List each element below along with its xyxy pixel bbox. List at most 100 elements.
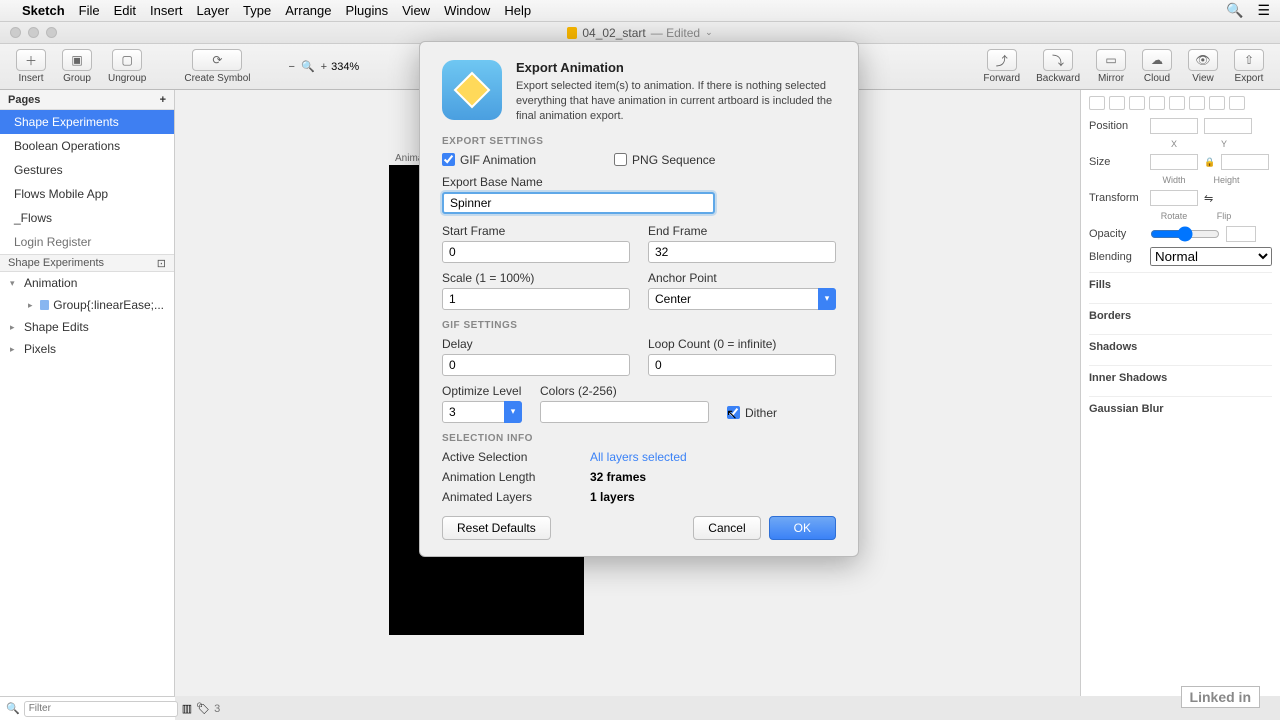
- page-item-gestures[interactable]: Gestures: [0, 158, 174, 182]
- animated-layers-label: Animated Layers: [442, 490, 572, 504]
- menu-insert[interactable]: Insert: [150, 3, 183, 18]
- create-symbol-button[interactable]: ⟳Create Symbol: [184, 49, 250, 84]
- pages-header: Pages +: [0, 90, 174, 110]
- scale-input[interactable]: [442, 288, 630, 310]
- inner-shadows-section[interactable]: Inner Shadows: [1089, 365, 1272, 390]
- list-icon[interactable]: ☰: [1257, 2, 1270, 19]
- plugin-icon: [442, 60, 502, 120]
- borders-section[interactable]: Borders: [1089, 303, 1272, 328]
- y-input[interactable]: [1204, 118, 1252, 134]
- basename-input[interactable]: [442, 192, 715, 214]
- tag-icon[interactable]: 🏷: [196, 702, 210, 715]
- group-button[interactable]: ▣Group: [62, 49, 92, 84]
- mirror-button[interactable]: ▭Mirror: [1096, 49, 1126, 84]
- menu-plugins[interactable]: Plugins: [345, 3, 388, 18]
- export-settings-header: EXPORT SETTINGS: [442, 136, 836, 147]
- size-label: Size: [1089, 156, 1144, 168]
- align-controls[interactable]: [1089, 96, 1272, 110]
- active-selection-label: Active Selection: [442, 450, 572, 464]
- colors-label: Colors (2-256): [540, 384, 709, 398]
- active-selection-value[interactable]: All layers selected: [590, 450, 687, 464]
- backward-button[interactable]: ⤵Backward: [1036, 49, 1080, 84]
- forward-button[interactable]: ⤴Forward: [983, 49, 1020, 84]
- start-frame-label: Start Frame: [442, 224, 630, 238]
- dither-checkbox[interactable]: Dither: [727, 406, 777, 420]
- gif-checkbox[interactable]: GIF Animation: [442, 153, 536, 167]
- add-page-icon[interactable]: +: [160, 94, 166, 106]
- page-item-flows-mobile[interactable]: Flows Mobile App: [0, 182, 174, 206]
- width-input[interactable]: [1150, 154, 1198, 170]
- gif-settings-header: GIF SETTINGS: [442, 320, 836, 331]
- rotate-input[interactable]: [1150, 190, 1198, 206]
- doc-icon: [567, 27, 577, 39]
- folder-icon: [40, 300, 49, 310]
- menu-file[interactable]: File: [79, 3, 100, 18]
- zoom-in-icon[interactable]: +: [321, 61, 327, 73]
- page-item-flows[interactable]: _Flows: [0, 206, 174, 230]
- layers-header: Shape Experiments⊡: [0, 254, 174, 272]
- filter-count: 3: [214, 703, 220, 715]
- gaussian-blur-section[interactable]: Gaussian Blur: [1089, 396, 1272, 421]
- magnify-icon: 🔍: [301, 60, 315, 73]
- fills-section[interactable]: Fills: [1089, 272, 1272, 297]
- loop-input[interactable]: [648, 354, 836, 376]
- search-icon[interactable]: 🔍: [1226, 2, 1243, 19]
- chevron-down-icon[interactable]: ⌄: [705, 27, 713, 38]
- x-input[interactable]: [1150, 118, 1198, 134]
- basename-label: Export Base Name: [442, 175, 836, 189]
- animation-length-value: 32 frames: [590, 470, 646, 484]
- layer-animation[interactable]: ▾Animation: [0, 272, 174, 294]
- height-input[interactable]: [1221, 154, 1269, 170]
- zoom-value: 334%: [331, 61, 359, 73]
- menu-layer[interactable]: Layer: [197, 3, 230, 18]
- delay-input[interactable]: [442, 354, 630, 376]
- selection-info-header: SELECTION INFO: [442, 433, 836, 444]
- layers-icon[interactable]: ▥: [182, 702, 192, 715]
- menu-help[interactable]: Help: [504, 3, 531, 18]
- opacity-input[interactable]: [1226, 226, 1256, 242]
- layer-shape-edits[interactable]: ▸Shape Edits: [0, 316, 174, 338]
- zoom-control[interactable]: − 🔍 +: [289, 60, 328, 73]
- insert-button[interactable]: ＋Insert: [16, 49, 46, 84]
- ok-button[interactable]: OK: [769, 516, 836, 540]
- end-frame-label: End Frame: [648, 224, 836, 238]
- mac-menubar: Sketch File Edit Insert Layer Type Arran…: [0, 0, 1280, 22]
- optimize-select[interactable]: [442, 401, 522, 423]
- ungroup-button[interactable]: ▢Ungroup: [108, 49, 146, 84]
- traffic-lights[interactable]: [10, 27, 57, 38]
- reset-defaults-button[interactable]: Reset Defaults: [442, 516, 551, 540]
- page-item-login[interactable]: Login Register: [0, 230, 174, 254]
- view-button[interactable]: 👁View: [1188, 49, 1218, 84]
- menu-view[interactable]: View: [402, 3, 430, 18]
- scale-label: Scale (1 = 100%): [442, 271, 630, 285]
- opacity-slider[interactable]: [1150, 226, 1220, 242]
- menu-type[interactable]: Type: [243, 3, 271, 18]
- app-name[interactable]: Sketch: [22, 3, 65, 18]
- export-button[interactable]: ⇧Export: [1234, 49, 1264, 84]
- cancel-button[interactable]: Cancel: [693, 516, 760, 540]
- filter-input[interactable]: [24, 701, 178, 717]
- colors-input[interactable]: [540, 401, 709, 423]
- doc-title: 04_02_start: [582, 26, 645, 40]
- menu-edit[interactable]: Edit: [114, 3, 136, 18]
- page-item-boolean[interactable]: Boolean Operations: [0, 134, 174, 158]
- shadows-section[interactable]: Shadows: [1089, 334, 1272, 359]
- page-item-shape-experiments[interactable]: Shape Experiments: [0, 110, 174, 134]
- expand-icon[interactable]: ⊡: [157, 257, 166, 270]
- layer-pixels[interactable]: ▸Pixels: [0, 338, 174, 360]
- menu-arrange[interactable]: Arrange: [285, 3, 331, 18]
- linkedin-watermark: Linked in: [1181, 686, 1260, 708]
- blending-select[interactable]: Normal: [1150, 247, 1272, 266]
- menu-window[interactable]: Window: [444, 3, 490, 18]
- flip-h-icon[interactable]: ⇋: [1204, 192, 1213, 205]
- anchor-select[interactable]: [648, 288, 836, 310]
- dialog-title: Export Animation: [516, 60, 836, 75]
- cloud-button[interactable]: ☁Cloud: [1142, 49, 1172, 84]
- zoom-out-icon[interactable]: −: [289, 61, 295, 73]
- end-frame-input[interactable]: [648, 241, 836, 263]
- anchor-label: Anchor Point: [648, 271, 836, 285]
- png-checkbox[interactable]: PNG Sequence: [614, 153, 715, 167]
- lock-icon[interactable]: 🔒: [1204, 157, 1215, 168]
- start-frame-input[interactable]: [442, 241, 630, 263]
- layer-group[interactable]: ▸Group{:linearEase;...: [0, 294, 174, 316]
